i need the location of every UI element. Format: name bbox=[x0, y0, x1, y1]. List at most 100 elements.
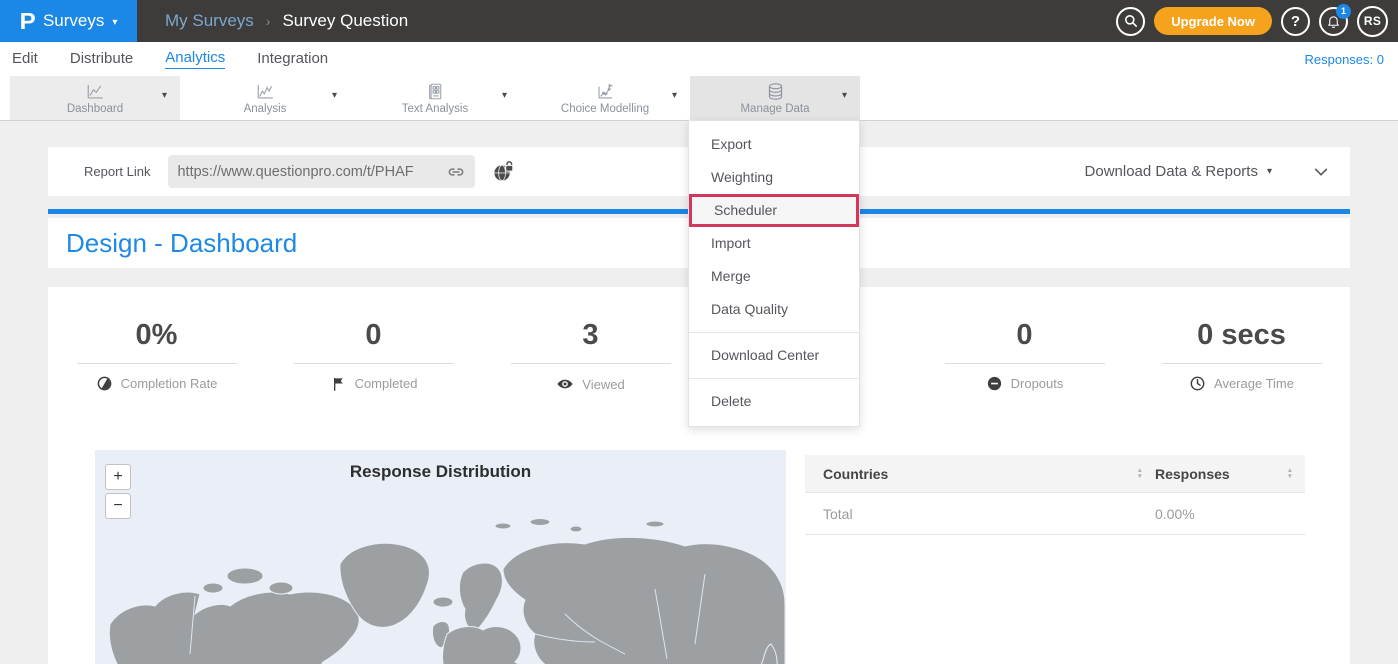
stat-completion-rate: 0% Completion Rate bbox=[48, 315, 265, 393]
zoom-in-button[interactable]: + bbox=[105, 464, 131, 490]
cell-responses: 0.00% bbox=[1155, 506, 1305, 522]
menu-item-download-center[interactable]: Download Center bbox=[689, 339, 859, 372]
tab-label: Analysis bbox=[244, 103, 287, 115]
notifications-button[interactable]: 1 bbox=[1319, 7, 1348, 36]
questionpro-logo-icon: P bbox=[19, 8, 35, 35]
stat-label: Viewed bbox=[582, 377, 624, 392]
choice-chart-icon bbox=[595, 81, 616, 102]
survey-section-nav: Edit Distribute Analytics Integration Re… bbox=[0, 42, 1398, 76]
stat-viewed: 3 Viewed bbox=[482, 315, 699, 393]
report-link-field[interactable]: https://www.questionpro.com/t/PHAF bbox=[168, 155, 475, 188]
divider bbox=[294, 363, 454, 364]
menu-separator bbox=[689, 378, 859, 379]
stat-value: 0% bbox=[48, 315, 265, 355]
response-distribution-map[interactable]: Response Distribution + − bbox=[95, 450, 786, 664]
text-document-icon bbox=[425, 81, 446, 102]
breadcrumb-separator-icon: › bbox=[266, 13, 271, 29]
link-icon bbox=[446, 162, 466, 182]
stat-completed: 0 Completed bbox=[265, 315, 482, 393]
tab-dashboard[interactable]: Dashboard ▾ bbox=[10, 76, 180, 120]
column-label: Responses bbox=[1155, 466, 1230, 482]
stat-value: 3 bbox=[482, 315, 699, 355]
eye-icon bbox=[556, 375, 574, 393]
menu-item-data-quality[interactable]: Data Quality bbox=[689, 293, 859, 326]
question-mark-icon: ? bbox=[1291, 13, 1300, 30]
product-name: Surveys bbox=[43, 11, 104, 31]
flag-icon bbox=[330, 375, 347, 392]
tab-text-analysis[interactable]: Text Analysis ▾ bbox=[350, 76, 520, 120]
surveys-product-menu[interactable]: P Surveys ▾ bbox=[0, 0, 137, 42]
menu-item-export[interactable]: Export bbox=[689, 128, 859, 161]
report-link-url: https://www.questionpro.com/t/PHAF bbox=[177, 164, 446, 180]
half-circle-icon bbox=[96, 375, 113, 392]
manage-data-menu: Export Weighting Scheduler Import Merge … bbox=[688, 120, 860, 427]
breadcrumb-my-surveys[interactable]: My Surveys bbox=[165, 11, 254, 31]
caret-down-icon[interactable]: ▾ bbox=[842, 90, 847, 101]
breadcrumb-survey-name: Survey Question bbox=[282, 11, 408, 31]
stat-value: 0 secs bbox=[1133, 315, 1350, 355]
topbar-actions: Upgrade Now ? 1 RS bbox=[1116, 0, 1388, 42]
menu-separator bbox=[689, 332, 859, 333]
column-label: Countries bbox=[823, 466, 888, 482]
divider bbox=[945, 363, 1105, 364]
map-title: Response Distribution bbox=[95, 450, 786, 482]
tab-label: Text Analysis bbox=[402, 103, 468, 115]
chevron-down-icon bbox=[1312, 163, 1330, 181]
nav-item-integration[interactable]: Integration bbox=[257, 50, 328, 69]
search-button[interactable] bbox=[1116, 7, 1145, 36]
notification-badge: 1 bbox=[1336, 4, 1351, 19]
stat-value: 0 bbox=[265, 315, 482, 355]
tab-label: Dashboard bbox=[67, 103, 123, 115]
menu-item-scheduler[interactable]: Scheduler bbox=[689, 194, 859, 227]
line-chart-icon bbox=[85, 81, 106, 102]
help-button[interactable]: ? bbox=[1281, 7, 1310, 36]
nav-item-analytics[interactable]: Analytics bbox=[165, 49, 225, 69]
caret-down-icon[interactable]: ▾ bbox=[502, 90, 507, 101]
nav-item-edit[interactable]: Edit bbox=[12, 50, 38, 69]
stat-label: Average Time bbox=[1214, 376, 1294, 391]
nav-item-distribute[interactable]: Distribute bbox=[70, 50, 133, 69]
caret-down-icon[interactable]: ▾ bbox=[332, 90, 337, 101]
stat-average-time: 0 secs Average Time bbox=[1133, 315, 1350, 393]
link-privacy-button[interactable] bbox=[491, 159, 516, 184]
stat-label: Completed bbox=[355, 376, 418, 391]
search-icon bbox=[1123, 13, 1139, 29]
divider bbox=[511, 363, 671, 364]
tab-manage-data[interactable]: Manage Data ▾ bbox=[690, 76, 860, 120]
column-header-countries[interactable]: Countries ▲▼ bbox=[805, 466, 1155, 482]
report-link-label: Report Link bbox=[84, 164, 150, 179]
sort-icon: ▲▼ bbox=[1137, 468, 1143, 479]
top-bar: P Surveys ▾ My Surveys › Survey Question… bbox=[0, 0, 1398, 42]
caret-down-icon[interactable]: ▾ bbox=[1267, 166, 1272, 177]
menu-item-merge[interactable]: Merge bbox=[689, 260, 859, 293]
stat-dropouts: 0 Dropouts bbox=[916, 315, 1133, 393]
globe-lock-icon bbox=[491, 159, 516, 184]
breadcrumb: My Surveys › Survey Question bbox=[165, 11, 408, 31]
analysis-chart-icon bbox=[255, 81, 276, 102]
table-header: Countries ▲▼ Responses ▲▼ bbox=[805, 455, 1305, 493]
stat-label: Dropouts bbox=[1011, 376, 1064, 391]
cell-country: Total bbox=[805, 506, 1155, 522]
tab-choice-modelling[interactable]: Choice Modelling ▾ bbox=[520, 76, 690, 120]
tab-analysis[interactable]: Analysis ▾ bbox=[180, 76, 350, 120]
upgrade-now-button[interactable]: Upgrade Now bbox=[1154, 7, 1272, 35]
caret-down-icon[interactable]: ▾ bbox=[672, 90, 677, 101]
caret-down-icon: ▾ bbox=[112, 17, 117, 28]
tab-label: Choice Modelling bbox=[561, 103, 649, 115]
collapse-section-button[interactable] bbox=[1312, 163, 1330, 181]
world-map[interactable] bbox=[95, 494, 786, 664]
questionpro-analytics-dashboard: P Surveys ▾ My Surveys › Survey Question… bbox=[0, 0, 1398, 664]
menu-item-delete[interactable]: Delete bbox=[689, 385, 859, 418]
download-data-reports-dropdown[interactable]: Download Data & Reports bbox=[1085, 163, 1258, 180]
countries-table: Countries ▲▼ Responses ▲▼ Total 0.00% bbox=[805, 455, 1305, 535]
tab-label: Manage Data bbox=[740, 103, 809, 115]
stat-label: Completion Rate bbox=[121, 376, 218, 391]
caret-down-icon[interactable]: ▾ bbox=[162, 90, 167, 101]
table-row-total: Total 0.00% bbox=[805, 493, 1305, 535]
column-header-responses[interactable]: Responses ▲▼ bbox=[1155, 466, 1305, 482]
menu-item-weighting[interactable]: Weighting bbox=[689, 161, 859, 194]
sort-icon: ▲▼ bbox=[1287, 468, 1293, 479]
menu-item-import[interactable]: Import bbox=[689, 227, 859, 260]
user-avatar[interactable]: RS bbox=[1357, 6, 1388, 37]
divider bbox=[77, 363, 237, 364]
